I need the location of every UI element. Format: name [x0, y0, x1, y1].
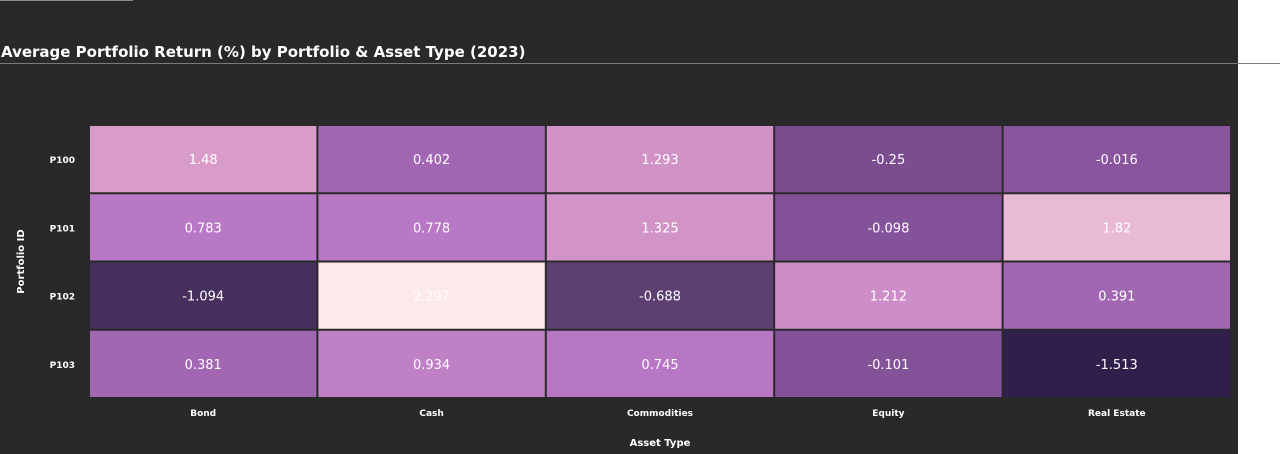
- page: Average Portfolio Return (%) by Portfoli…: [0, 0, 1280, 454]
- cell-value-label: 1.293: [641, 153, 678, 168]
- cell-value-label: 0.778: [413, 221, 450, 236]
- cell-value-label: 2.297: [413, 290, 450, 305]
- cell-value-label: 1.82: [1102, 221, 1131, 236]
- y-tick-label: P103: [50, 361, 75, 371]
- cell-value-label: -1.094: [182, 290, 224, 305]
- x-tick-label: Cash: [419, 409, 443, 419]
- cell-value-label: -0.098: [867, 221, 909, 236]
- y-tick-label: P100: [50, 156, 75, 166]
- cell-value-label: 0.381: [185, 358, 222, 373]
- cell-value-label: -0.688: [639, 290, 681, 305]
- cell-value-label: 0.402: [413, 153, 450, 168]
- y-tick-label: P102: [50, 293, 75, 303]
- cell-value-label: -1.513: [1096, 358, 1138, 373]
- heatmap-chart: 1.48 0.402 1.293 -0.25 -0.016 0.783 0.778 1.325…: [16, 126, 1230, 449]
- y-tick-label: P101: [50, 224, 75, 234]
- x-tick-label: Commodities: [627, 409, 693, 419]
- cell-value-label: -0.101: [867, 358, 909, 373]
- x-tick-label: Bond: [190, 409, 216, 419]
- y-axis-label: Portfolio ID: [16, 229, 27, 293]
- chart-panel: Average Portfolio Return (%) by Portfoli…: [0, 0, 1280, 454]
- cell-value-label: 0.391: [1098, 290, 1135, 305]
- cell-value-label: 1.48: [189, 153, 218, 168]
- x-tick-label: Real Estate: [1088, 409, 1146, 419]
- cell-value-label: 0.745: [641, 358, 678, 373]
- cell-value-label: 1.212: [870, 290, 907, 305]
- x-axis-label: Asset Type: [630, 438, 691, 449]
- cell-value-label: -0.016: [1096, 153, 1138, 168]
- cell-value-label: 0.934: [413, 358, 450, 373]
- cell-value-label: 1.325: [641, 221, 678, 236]
- cell-value-label: -0.25: [872, 153, 906, 168]
- x-tick-label: Equity: [872, 409, 904, 419]
- cell-value-label: 0.783: [185, 221, 222, 236]
